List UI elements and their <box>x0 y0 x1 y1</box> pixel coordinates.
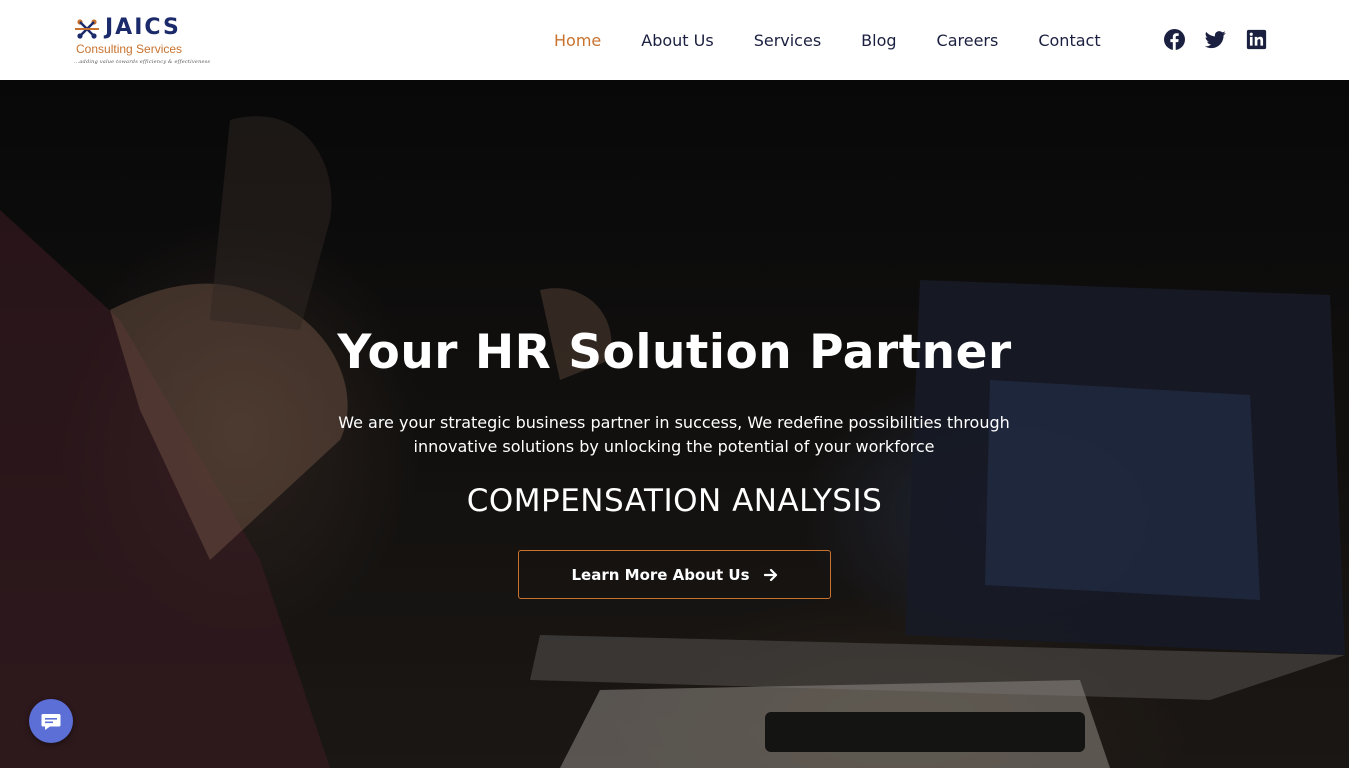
linkedin-link[interactable] <box>1246 29 1267 50</box>
facebook-icon <box>1164 29 1185 50</box>
logo-tagline: ...adding value towards efficiency & eff… <box>74 59 211 65</box>
hero-title: Your HR Solution Partner <box>337 325 1012 380</box>
facebook-link[interactable] <box>1164 29 1185 50</box>
hero-section: Your HR Solution Partner We are your str… <box>0 80 1349 768</box>
twitter-link[interactable] <box>1205 29 1226 50</box>
site-header: JAICS Consulting Services ...adding valu… <box>0 0 1349 80</box>
learn-more-label: Learn More About Us <box>571 565 750 584</box>
logo-name: JAICS <box>105 15 181 40</box>
site-logo[interactable]: JAICS Consulting Services ...adding valu… <box>74 14 210 70</box>
nav-item-home[interactable]: Home <box>554 31 601 50</box>
nav-item-about-us[interactable]: About Us <box>641 31 713 50</box>
hero-rotating-text: COMPENSATION ANALYSIS <box>466 483 883 519</box>
arrow-right-icon <box>763 568 777 581</box>
learn-more-button[interactable]: Learn More About Us <box>518 550 831 599</box>
main-nav: Home About Us Services Blog Careers Cont… <box>554 0 1101 80</box>
twitter-icon <box>1205 31 1226 49</box>
logo-mark-icon <box>75 19 99 39</box>
hero-description: We are your strategic business partner i… <box>338 413 1010 456</box>
nav-item-contact[interactable]: Contact <box>1038 31 1100 50</box>
nav-item-services[interactable]: Services <box>754 31 821 50</box>
nav-item-careers[interactable]: Careers <box>937 31 999 50</box>
chat-icon <box>41 714 61 730</box>
linkedin-icon <box>1246 29 1267 50</box>
chat-widget-button[interactable] <box>29 699 73 743</box>
logo-subtitle: Consulting Services <box>76 42 183 56</box>
social-links <box>1164 29 1267 50</box>
nav-item-blog[interactable]: Blog <box>861 31 896 50</box>
